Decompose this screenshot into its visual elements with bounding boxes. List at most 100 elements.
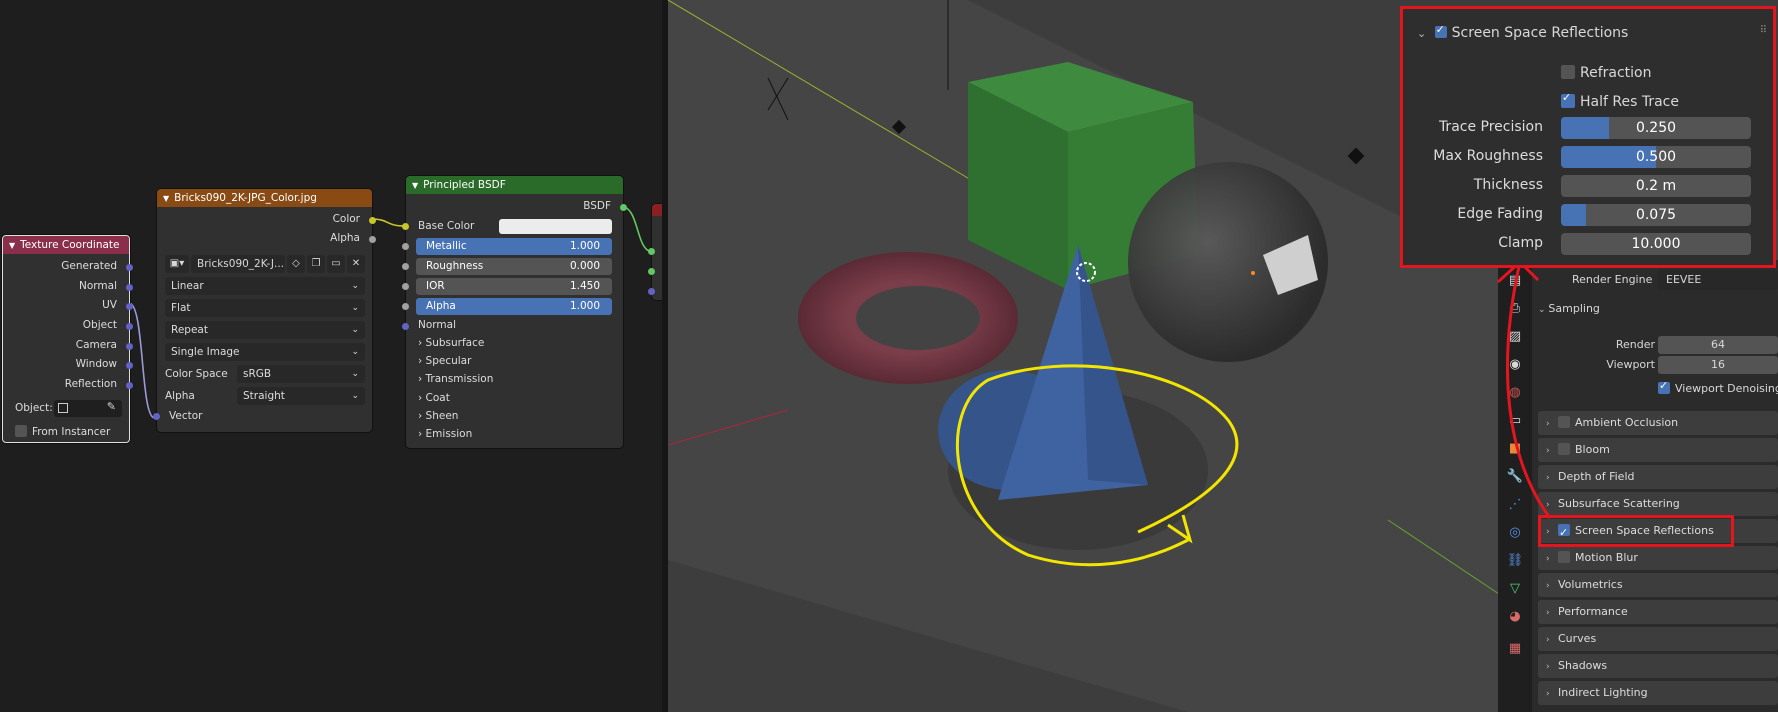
interpolation-value: Linear bbox=[171, 280, 204, 292]
drag-handle-icon[interactable]: ⠿ bbox=[1760, 25, 1767, 36]
render-samples-field[interactable]: 64 bbox=[1658, 336, 1778, 354]
half-res-trace-row[interactable]: Half Res Trace bbox=[1561, 91, 1679, 110]
panel-indirect-lighting[interactable]: › Indirect Lighting bbox=[1538, 681, 1778, 705]
output-socket[interactable] bbox=[126, 284, 133, 291]
input-socket[interactable] bbox=[402, 303, 409, 310]
section-coat[interactable]: › Coat bbox=[418, 392, 450, 404]
viewport-denoising-row[interactable]: Viewport Denoising bbox=[1658, 379, 1778, 395]
image-name-field[interactable]: Bricks090_2K-J... bbox=[191, 255, 285, 273]
chevron-down-icon[interactable]: ▼ bbox=[412, 181, 418, 190]
object-icon bbox=[58, 403, 68, 413]
fake-user-shield-icon[interactable]: ◇ bbox=[287, 255, 305, 273]
alpha-field[interactable]: Alpha 1.000 bbox=[416, 298, 612, 315]
section-emission[interactable]: › Emission bbox=[418, 428, 472, 440]
roughness-field[interactable]: Roughness 0.000 bbox=[416, 258, 612, 275]
output-socket[interactable] bbox=[620, 204, 627, 211]
interpolation-dropdown[interactable]: Linear ⌄ bbox=[165, 277, 365, 295]
input-socket[interactable] bbox=[402, 243, 409, 250]
input-socket[interactable] bbox=[402, 283, 409, 290]
render-engine-dropdown[interactable]: EEVEE bbox=[1658, 270, 1778, 290]
base-color-swatch[interactable] bbox=[499, 219, 612, 234]
chevron-down-icon: ⌄ bbox=[351, 325, 359, 335]
constraints-tab-icon[interactable]: ⛓ bbox=[1506, 552, 1524, 570]
input-socket[interactable] bbox=[402, 223, 409, 230]
half-res-trace-checkbox[interactable] bbox=[1561, 91, 1575, 108]
projection-dropdown[interactable]: Flat ⌄ bbox=[165, 299, 365, 317]
output-socket[interactable] bbox=[369, 236, 376, 243]
input-socket[interactable] bbox=[402, 263, 409, 270]
section-subsurface[interactable]: › Subsurface bbox=[418, 337, 484, 349]
output-socket[interactable] bbox=[126, 382, 133, 389]
eyedropper-icon[interactable]: ✎ bbox=[107, 400, 116, 413]
socket-label-vector: Vector bbox=[169, 410, 203, 422]
refraction-checkbox[interactable] bbox=[1561, 65, 1575, 79]
open-folder-icon[interactable]: ▭ bbox=[327, 255, 345, 273]
socket-label-generated: Generated bbox=[61, 260, 117, 272]
popover-slider[interactable]: 10.000 bbox=[1561, 233, 1751, 255]
shader-node-editor[interactable]: ▼ Texture Coordinate Generated Normal UV… bbox=[0, 0, 672, 712]
texture-tab-icon[interactable]: ▦ bbox=[1506, 640, 1524, 658]
ior-field[interactable]: IOR 1.450 bbox=[416, 278, 612, 295]
panel-shadows[interactable]: › Shadows bbox=[1538, 654, 1778, 678]
panel-volumetrics[interactable]: › Volumetrics bbox=[1538, 573, 1778, 597]
data-tab-icon[interactable]: ▽ bbox=[1506, 580, 1524, 598]
from-instancer-row[interactable]: From Instancer bbox=[15, 425, 110, 438]
popover-slider[interactable]: 0.075 bbox=[1561, 204, 1751, 226]
panel-curves[interactable]: › Curves bbox=[1538, 627, 1778, 651]
image-browse-icon[interactable]: ▣▾ bbox=[165, 255, 189, 273]
output-socket[interactable] bbox=[369, 217, 376, 224]
material-tab-icon[interactable]: ◕ bbox=[1506, 608, 1524, 626]
panel-performance[interactable]: › Performance bbox=[1538, 600, 1778, 624]
principled-bsdf-node[interactable]: ▼ Principled BSDF BSDF Base Color Metall… bbox=[402, 176, 627, 448]
input-socket[interactable] bbox=[402, 323, 409, 330]
socket-label-reflection: Reflection bbox=[64, 378, 117, 390]
section-transmission[interactable]: › Transmission bbox=[418, 373, 493, 385]
input-socket[interactable] bbox=[648, 268, 655, 275]
output-socket[interactable] bbox=[126, 362, 133, 369]
image-selector[interactable]: ▣▾ Bricks090_2K-J... ◇ ❐ ▭ ✕ bbox=[165, 255, 365, 273]
chevron-down-icon[interactable]: ▼ bbox=[9, 241, 15, 250]
popover-slider[interactable]: 0.250 bbox=[1561, 117, 1751, 139]
color-space-value: sRGB bbox=[243, 368, 272, 380]
source-value: Single Image bbox=[171, 346, 240, 358]
output-socket[interactable] bbox=[126, 303, 133, 310]
viewport-denoising-checkbox[interactable] bbox=[1658, 379, 1670, 394]
node-header[interactable]: ▼ Texture Coordinate bbox=[3, 236, 129, 254]
refraction-row[interactable]: Refraction bbox=[1561, 65, 1652, 81]
texture-coordinate-node[interactable]: ▼ Texture Coordinate Generated Normal UV… bbox=[2, 235, 133, 443]
chevron-down-icon: ⌄ bbox=[351, 369, 359, 379]
output-socket[interactable] bbox=[126, 323, 133, 330]
section-specular[interactable]: › Specular bbox=[418, 355, 471, 367]
chevron-down-icon[interactable]: ▼ bbox=[163, 194, 169, 203]
output-socket[interactable] bbox=[126, 343, 133, 350]
alpha-mode-dropdown[interactable]: Straight ⌄ bbox=[237, 387, 365, 405]
popover-slider[interactable]: 0.2 m bbox=[1561, 175, 1751, 197]
ssr-enable-checkbox[interactable] bbox=[1434, 23, 1447, 38]
viewport-samples-field[interactable]: 16 bbox=[1658, 356, 1778, 374]
input-socket[interactable] bbox=[648, 248, 655, 255]
normal-label: Normal bbox=[418, 319, 456, 331]
popover-slider[interactable]: 0.500 bbox=[1561, 146, 1751, 168]
object-picker-field[interactable]: ✎ bbox=[54, 400, 122, 417]
ssr-popover[interactable]: ⌄ Screen Space Reflections ⠿ Refraction … bbox=[1400, 6, 1776, 268]
duplicate-icon[interactable]: ❐ bbox=[307, 255, 325, 273]
section-sheen[interactable]: › Sheen bbox=[418, 410, 458, 422]
output-socket[interactable] bbox=[126, 264, 133, 271]
input-socket[interactable] bbox=[648, 288, 655, 295]
panel-enable-checkbox[interactable] bbox=[1558, 551, 1570, 563]
popover-header[interactable]: ⌄ Screen Space Reflections bbox=[1417, 23, 1628, 41]
input-socket[interactable] bbox=[153, 413, 160, 420]
chevron-down-icon[interactable]: ⌄ bbox=[1417, 27, 1426, 40]
panel-label: Indirect Lighting bbox=[1558, 686, 1648, 699]
from-instancer-checkbox[interactable] bbox=[15, 425, 27, 437]
source-dropdown[interactable]: Single Image ⌄ bbox=[165, 343, 365, 361]
extension-dropdown[interactable]: Repeat ⌄ bbox=[165, 321, 365, 339]
panel-label: Motion Blur bbox=[1575, 551, 1638, 564]
color-space-dropdown[interactable]: sRGB ⌄ bbox=[237, 365, 365, 383]
close-icon[interactable]: ✕ bbox=[347, 255, 365, 273]
node-header[interactable]: ▼ Principled BSDF bbox=[406, 176, 623, 194]
image-texture-node[interactable]: ▼ Bricks090_2K-JPG_Color.jpg Color Alpha… bbox=[153, 189, 376, 432]
metallic-field[interactable]: Metallic 1.000 bbox=[416, 238, 612, 255]
chevron-right-icon: › bbox=[1546, 554, 1550, 564]
node-header[interactable]: ▼ Bricks090_2K-JPG_Color.jpg bbox=[157, 189, 372, 207]
